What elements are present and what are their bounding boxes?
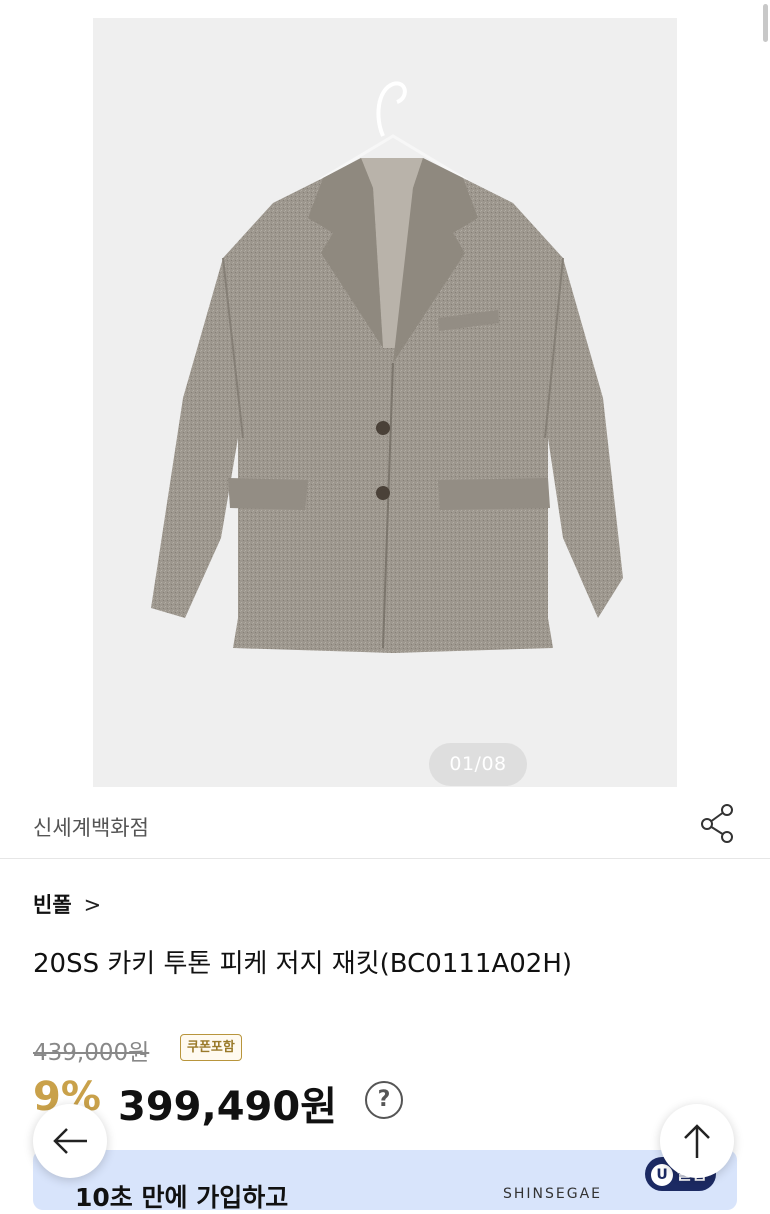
- share-button[interactable]: [698, 800, 738, 846]
- sale-price: 399,490원: [118, 1084, 337, 1130]
- banner-text: 10초 만에 가입하고: [75, 1183, 289, 1212]
- product-title: 20SS 카키 투톤 피케 저지 재킷(BC0111A02H): [33, 949, 573, 979]
- seller-name[interactable]: 신세계백화점: [33, 812, 149, 842]
- chevron-right-icon: >: [83, 893, 102, 917]
- jacket-image: [151, 81, 623, 653]
- membership-banner[interactable]: 10초 만에 가입하고 SHINSEGAE: [33, 1150, 737, 1212]
- price-help-icon[interactable]: ?: [365, 1081, 403, 1119]
- share-icon: [701, 804, 733, 843]
- back-button[interactable]: [33, 1104, 107, 1178]
- scrollbar-thumb[interactable]: [763, 4, 768, 42]
- product-image-gallery[interactable]: 01/08: [93, 18, 677, 787]
- coupon-included-badge: 쿠폰포함: [180, 1034, 242, 1061]
- arrow-up-icon: [684, 1124, 710, 1158]
- scroll-to-top-button[interactable]: [660, 1104, 734, 1178]
- image-counter: 01/08: [429, 743, 527, 786]
- brand-link[interactable]: 빈폴 >: [33, 889, 101, 919]
- brand-name: 빈폴: [33, 893, 72, 917]
- original-price: 439,000원: [33, 1040, 150, 1066]
- arrow-left-icon: [53, 1128, 87, 1154]
- seller-row: 신세계백화점: [0, 790, 770, 859]
